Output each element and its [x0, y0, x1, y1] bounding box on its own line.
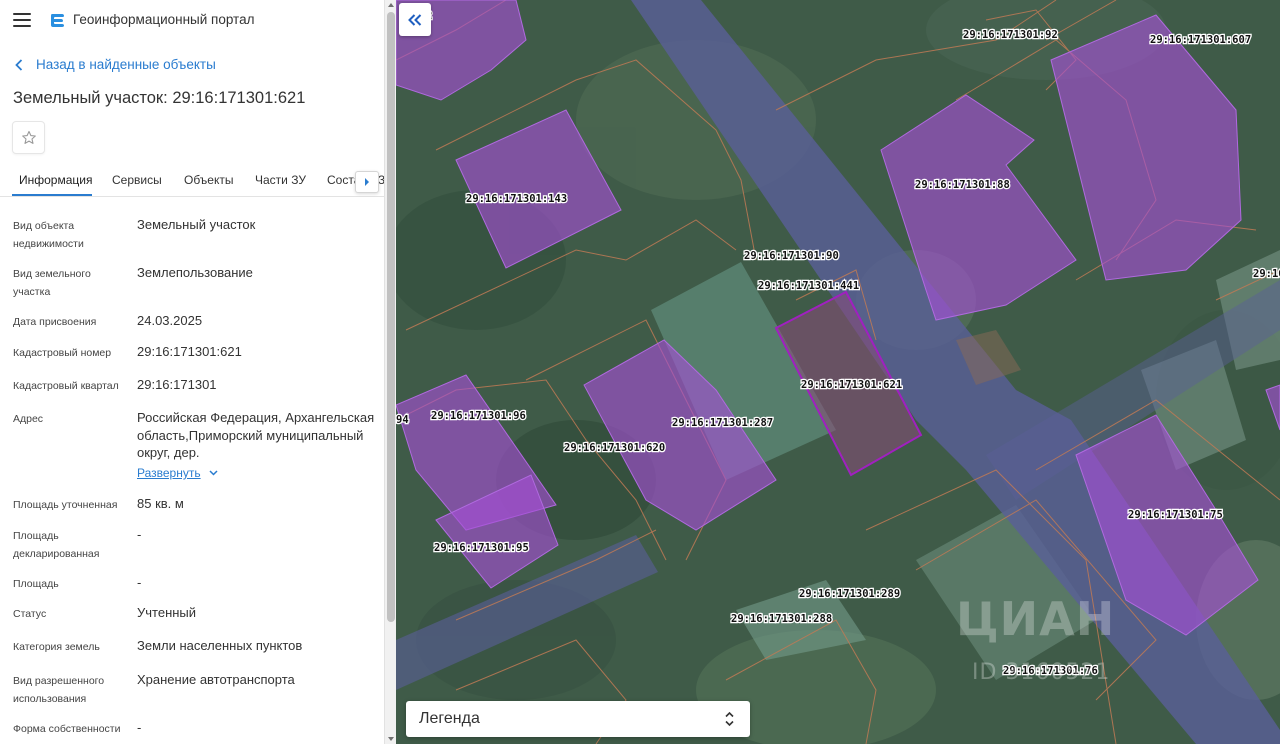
tab-information[interactable]: Информация	[19, 173, 92, 187]
attr-label-ownership: Форма собственности	[13, 723, 121, 735]
attr-label-assign-date: Дата присвоения	[13, 316, 97, 328]
info-panel: Геоинформационный портал Назад в найденн…	[0, 0, 384, 744]
watermark-id: ID 3160521	[972, 660, 1111, 685]
parcel-label[interactable]: 29:16:171301:620	[563, 441, 667, 456]
watermark: ЦИАН	[956, 592, 1116, 646]
scrollbar-thumb[interactable]	[387, 12, 395, 622]
attr-label-area-precise: Площадь уточненная	[13, 499, 118, 511]
parcel-label[interactable]: 29:16:171301:92	[962, 28, 1059, 43]
parcel-label[interactable]: 29:16:171301:90	[743, 249, 840, 264]
parcel-label[interactable]: 29:16:171301:287	[671, 416, 775, 431]
parcel-label[interactable]: 29:16:171301:95	[433, 541, 530, 556]
tab-parts[interactable]: Части ЗУ	[255, 173, 306, 187]
chevron-left-icon	[15, 58, 23, 71]
object-title: Земельный участок: 29:16:171301:621	[13, 89, 306, 107]
panel-scrollbar[interactable]	[384, 0, 396, 744]
parcel-label[interactable]: 29:16:171301:75	[1127, 508, 1224, 523]
attr-value-land-type: Землепользование	[137, 265, 253, 280]
attr-label-land-category: Категория земель	[13, 641, 100, 653]
tab-objects[interactable]: Объекты	[184, 173, 234, 187]
attr-value-status: Учтенный	[137, 605, 197, 620]
collapse-panel-button[interactable]	[399, 3, 431, 36]
portal-logo-icon	[51, 14, 64, 27]
attr-value-cadastral-block: 29:16:171301	[137, 377, 217, 392]
parcel-label[interactable]: 29:16:171301:289	[798, 587, 902, 602]
attr-label-address: Адрес	[13, 413, 44, 425]
attr-label-object-type: Вид объекта недвижимости	[13, 220, 84, 250]
back-to-results-link[interactable]: Назад в найденные объекты	[15, 57, 216, 72]
star-icon	[21, 130, 36, 144]
attr-value-permitted-use: Хранение автотранспорта	[137, 672, 295, 687]
attr-label-land-type: Вид земельного участка	[13, 268, 91, 298]
parcel-label[interactable]: 29:16:171301:288	[730, 612, 834, 627]
chevron-up-down-icon	[725, 711, 734, 727]
expand-address-link[interactable]: Развернуть	[137, 466, 218, 480]
attr-value-cadastral-number: 29:16:171301:621	[137, 344, 242, 359]
tab-services[interactable]: Сервисы	[112, 173, 162, 187]
attr-label-cadastral-number: Кадастровый номер	[13, 347, 112, 359]
app-title: Геоинформационный портал	[73, 12, 255, 27]
attr-value-area-declared: -	[137, 527, 142, 542]
attr-value-ownership: -	[137, 720, 142, 735]
double-chevron-left-icon	[408, 13, 422, 26]
chevron-down-icon	[209, 470, 218, 476]
attr-label-permitted-use: Вид разрешенного использования	[13, 675, 105, 705]
attr-label-cadastral-block: Кадастровый квартал	[13, 380, 119, 392]
top-bar: Геоинформационный портал	[0, 0, 384, 42]
parcel-label[interactable]: 29:16:171301:621	[800, 378, 904, 393]
parcel-label[interactable]: 29:16:171301:88	[914, 178, 1011, 193]
map-view[interactable]: 29:16:171301:92 29:16:171301:607 29:16:1…	[396, 0, 1280, 744]
attr-value-address: Российская Федерация, Архангельская обла…	[137, 410, 375, 460]
expand-link-label: Развернуть	[137, 466, 201, 480]
parcel-label[interactable]: 29:16:171301:607	[1149, 33, 1253, 48]
attr-value-object-type: Земельный участок	[137, 217, 256, 232]
attr-label-area: Площадь	[13, 578, 59, 590]
attr-value-area-precise: 85 кв. м	[137, 496, 184, 511]
tab-bar: Информация Сервисы Объекты Части ЗУ Сост…	[0, 165, 384, 197]
back-link-label: Назад в найденные объекты	[36, 57, 216, 72]
parcel-label[interactable]: 29:16	[1252, 267, 1280, 282]
attr-label-status: Статус	[13, 608, 47, 620]
parcel-label[interactable]: 29:16:171301:143	[465, 192, 569, 207]
parcel-label[interactable]: 29:16:171301:441	[757, 279, 861, 294]
attr-label-area-declared: Площадь декларированная	[13, 530, 100, 560]
active-tab-indicator	[12, 194, 92, 196]
hamburger-menu-icon[interactable]	[13, 13, 31, 27]
map-canvas: 29:16:171301:92 29:16:171301:607 29:16:1…	[396, 0, 1280, 744]
attr-value-assign-date: 24.03.2025	[137, 313, 203, 328]
attr-value-land-category: Земли населенных пунктов	[137, 638, 303, 653]
scroll-up-arrow-icon[interactable]	[388, 3, 394, 7]
tab-scroll-right-button[interactable]	[355, 171, 379, 193]
attr-value-area: -	[137, 575, 142, 590]
parcel-label[interactable]: 94	[396, 413, 410, 428]
favorite-button[interactable]	[12, 121, 45, 154]
legend-dropdown[interactable]: Легенда	[406, 701, 750, 737]
parcel-label[interactable]: 29:16:171301:96	[430, 409, 527, 424]
scroll-down-arrow-icon[interactable]	[388, 737, 394, 741]
legend-label: Легенда	[419, 710, 480, 727]
caret-right-icon	[365, 178, 369, 186]
